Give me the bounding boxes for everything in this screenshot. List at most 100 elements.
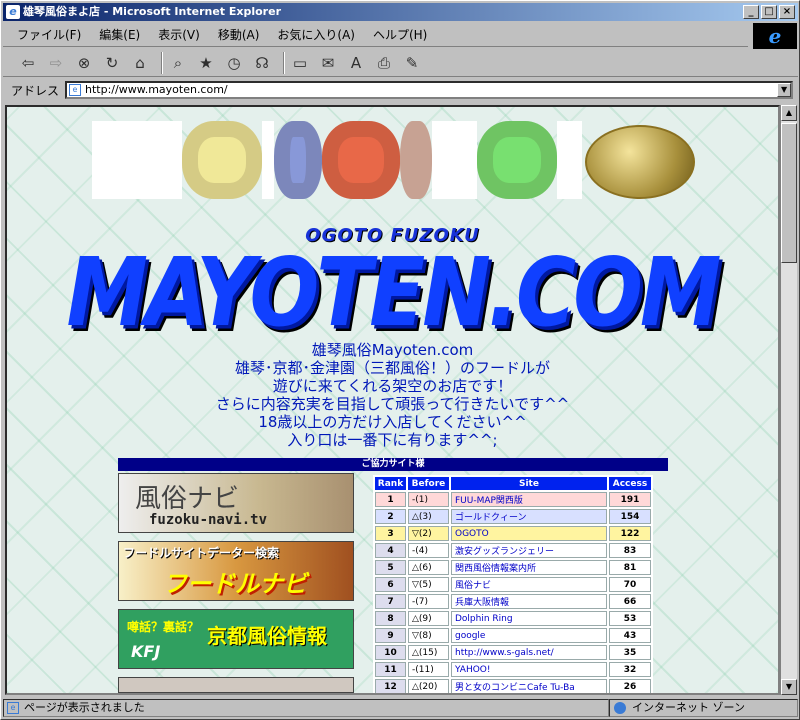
header-banner: [92, 121, 582, 199]
ad-caption: フードルサイトデーター検索: [123, 546, 280, 560]
menu-file[interactable]: ファイル(F): [17, 26, 81, 43]
table-row: 4 -(4) 激安グッズランジェリー 83: [375, 543, 651, 558]
table-row: 10 △(15) http://www.s-gals.net/35: [375, 645, 651, 660]
before-cell: △(20): [407, 679, 449, 693]
before-cell: -(7): [407, 594, 449, 609]
site-link[interactable]: FUU-MAP関西版: [450, 492, 607, 507]
access-cell: 191: [608, 492, 651, 507]
menu-edit[interactable]: 編集(E): [99, 26, 140, 43]
intro-text: 雄琴風俗Mayoten.com 雄琴･京都･金津園（三都風俗！）のフードルが 遊…: [7, 341, 778, 449]
ie-throbber-logo: e: [753, 23, 797, 49]
access-cell: 43: [608, 628, 651, 643]
before-cell: △(3): [407, 509, 449, 524]
address-bar: アドレス e http://www.mayoten.com/ ▼: [3, 79, 798, 101]
vertical-scrollbar[interactable]: ▲ ▼: [780, 105, 797, 695]
table-row: 7 -(7) 兵庫大阪情報 66: [375, 594, 651, 609]
site-link[interactable]: 激安グッズランジェリー: [450, 543, 607, 558]
ad-url: fuzoku-navi.tv: [149, 512, 268, 528]
table-row: 8 △(9) Dolphin Ring 53: [375, 611, 651, 626]
rank-cell: 9: [375, 628, 406, 643]
banner-gap: [557, 121, 582, 199]
access-cell: 26: [608, 679, 651, 693]
home-icon[interactable]: ⌂: [129, 52, 151, 74]
site-link[interactable]: ゴールドクィーン: [450, 509, 607, 524]
intro-line-1: 雄琴風俗Mayoten.com: [311, 341, 474, 359]
before-cell: △(15): [407, 645, 449, 660]
refresh-icon[interactable]: ↻: [101, 52, 123, 74]
site-link[interactable]: 男と女のコンビニCafe Tu-Ba: [450, 679, 607, 693]
menu-favorites[interactable]: お気に入り(A): [277, 26, 355, 43]
ie-e-icon: e: [768, 24, 782, 48]
table-row: 11 -(11) YAHOO! 32: [375, 662, 651, 677]
site-link[interactable]: Dolphin Ring: [450, 611, 607, 626]
ad-kfj[interactable]: 噂話？裏話？ 京都風俗情報 KFJ: [118, 609, 354, 669]
history-icon[interactable]: ◷: [223, 52, 245, 74]
close-button[interactable]: ×: [779, 5, 795, 19]
rank-cell: 2: [375, 509, 406, 524]
address-url[interactable]: http://www.mayoten.com/: [85, 83, 228, 96]
before-cell: △(6): [407, 560, 449, 575]
section-header: ご協力サイト様: [118, 458, 668, 471]
font-icon[interactable]: A: [345, 52, 367, 74]
forward-icon[interactable]: ⇨: [45, 52, 67, 74]
rank-cell: 11: [375, 662, 406, 677]
banner-photo-2: [274, 121, 322, 199]
banner-photo-4: [400, 121, 432, 199]
menu-go[interactable]: 移動(A): [218, 26, 260, 43]
status-bar: e ページが表示されました インターネット ゾーン: [3, 698, 798, 718]
banner-photo-1: [182, 121, 262, 199]
site-link[interactable]: http://www.s-gals.net/: [450, 645, 607, 660]
search-icon[interactable]: ⌕: [167, 52, 189, 74]
menu-view[interactable]: 表示(V): [158, 26, 200, 43]
ad-logo-text: KFJ: [131, 642, 161, 661]
print-icon[interactable]: ⎙: [373, 52, 395, 74]
page-icon: e: [7, 702, 19, 714]
browser-window: e 雄琴風俗まよ店 - Microsoft Internet Explorer …: [0, 0, 800, 720]
access-cell: 32: [608, 662, 651, 677]
minimize-button[interactable]: _: [743, 5, 759, 19]
rank-cell: 8: [375, 611, 406, 626]
fullscreen-icon[interactable]: ▭: [289, 52, 311, 74]
site-link[interactable]: google: [450, 628, 607, 643]
site-link[interactable]: 兵庫大阪情報: [450, 594, 607, 609]
ad-title: フードルナビ: [163, 570, 307, 598]
site-link[interactable]: OGOTO: [450, 526, 607, 541]
scroll-up-icon[interactable]: ▲: [781, 105, 797, 121]
stop-icon[interactable]: ⊗: [73, 52, 95, 74]
banner-photo-5: [477, 121, 557, 199]
site-link[interactable]: YAHOO!: [450, 662, 607, 677]
status-text: e ページが表示されました: [3, 699, 609, 717]
ie-logo-icon: e: [6, 5, 20, 19]
mail-icon[interactable]: ✉: [317, 52, 339, 74]
address-dropdown-icon[interactable]: ▼: [777, 83, 792, 97]
intro-line-3: 遊びに来てくれる架空のお店です！: [272, 377, 513, 395]
rank-cell: 4: [375, 543, 406, 558]
rank-cell: 3: [375, 526, 406, 541]
logo-title: MAYOTEN.COM: [66, 238, 721, 349]
edit-icon[interactable]: ✎: [401, 52, 423, 74]
address-input[interactable]: e http://www.mayoten.com/ ▼: [65, 81, 794, 99]
before-cell: △(9): [407, 611, 449, 626]
access-cell: 53: [608, 611, 651, 626]
window-title: 雄琴風俗まよ店 - Microsoft Internet Explorer: [23, 5, 281, 18]
intro-line-6: 入り口は一番下に有ります^^;: [287, 431, 498, 449]
banner-photo-3: [322, 121, 400, 199]
col-rank: Rank: [375, 477, 406, 490]
site-link[interactable]: 関西風俗情報案内所: [450, 560, 607, 575]
ad-fuzoku-navi[interactable]: 風俗ナビ fuzoku-navi.tv: [118, 473, 354, 533]
rank-cell: 5: [375, 560, 406, 575]
ad-foodle-navi[interactable]: フードルサイトデーター検索 フードルナビ: [118, 541, 354, 601]
maximize-button[interactable]: □: [761, 5, 777, 19]
scroll-down-icon[interactable]: ▼: [781, 679, 797, 695]
back-icon[interactable]: ⇦: [17, 52, 39, 74]
favorites-icon[interactable]: ★: [195, 52, 217, 74]
channels-icon[interactable]: ☊: [251, 52, 273, 74]
page-icon: e: [69, 84, 82, 96]
page-content: OGOTO FUZOKU MAYOTEN.COM 雄琴風俗Mayoten.com…: [5, 105, 780, 695]
scroll-thumb[interactable]: [781, 123, 797, 263]
site-link[interactable]: 風俗ナビ: [450, 577, 607, 592]
status-message: ページが表示されました: [24, 701, 145, 714]
ad-title: 京都風俗情報: [207, 624, 327, 648]
ad-partial[interactable]: [118, 677, 354, 693]
menu-help[interactable]: ヘルプ(H): [373, 26, 427, 43]
